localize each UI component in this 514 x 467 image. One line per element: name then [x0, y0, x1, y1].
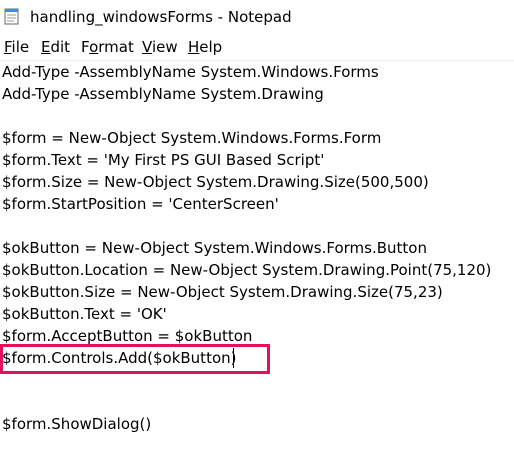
- code-line: $okButton.Location = New-Object System.D…: [2, 261, 492, 279]
- text-editor[interactable]: Add-Type -AssemblyName System.Windows.Fo…: [0, 61, 514, 467]
- menu-bar: File Edit Format View Help: [0, 36, 514, 58]
- menu-file-mnemonic: F: [4, 38, 12, 56]
- menu-edit[interactable]: Edit: [41, 36, 70, 58]
- code-line: $form.Text = 'My First PS GUI Based Scri…: [2, 151, 325, 169]
- menu-format-rest: rmat: [98, 38, 134, 56]
- window-title: handling_windowsForms - Notepad: [30, 8, 292, 26]
- code-line: Add-Type -AssemblyName System.Drawing: [2, 85, 324, 103]
- menu-help-mnemonic: H: [188, 38, 200, 56]
- menu-view[interactable]: View: [142, 36, 178, 58]
- menu-help-rest: elp: [199, 38, 223, 56]
- highlight-box: [0, 344, 270, 374]
- menu-file[interactable]: File: [4, 36, 29, 58]
- menu-format-mnemonic: o: [89, 38, 99, 56]
- code-line: $form.Size = New-Object System.Drawing.S…: [2, 173, 429, 191]
- menu-view-mnemonic: V: [142, 38, 152, 56]
- menu-file-rest: ile: [11, 38, 30, 56]
- menu-help[interactable]: Help: [188, 36, 222, 58]
- notepad-icon: [4, 7, 20, 25]
- menu-format-prefix: F: [81, 38, 90, 56]
- code-line: Add-Type -AssemblyName System.Windows.Fo…: [2, 63, 379, 81]
- menu-edit-rest: dit: [50, 38, 71, 56]
- code-line: $okButton.Text = 'OK': [2, 305, 167, 323]
- code-line: $form.ShowDialog(): [2, 415, 152, 433]
- code-line: $form = New-Object System.Windows.Forms.…: [2, 129, 382, 147]
- text-caret: [233, 348, 234, 368]
- code-line: $form.StartPosition = 'CenterScreen': [2, 195, 279, 213]
- menu-format[interactable]: Format: [81, 36, 134, 58]
- title-bar: handling_windowsForms - Notepad: [0, 0, 514, 34]
- menu-view-rest: iew: [151, 38, 178, 56]
- code-line: $okButton.Size = New-Object System.Drawi…: [2, 283, 443, 301]
- code-line: $okButton = New-Object System.Windows.Fo…: [2, 239, 427, 257]
